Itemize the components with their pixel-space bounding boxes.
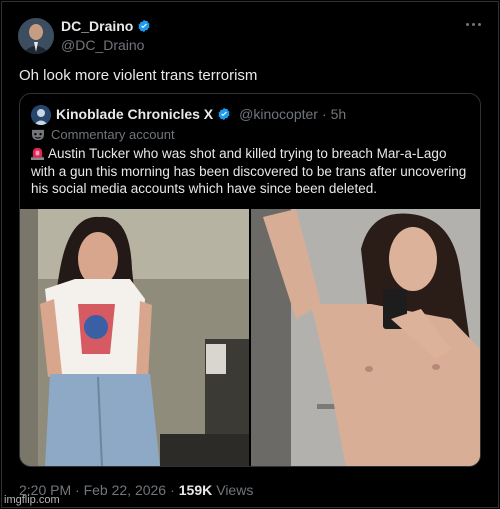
quoted-handle[interactable]: @kinocopter bbox=[239, 106, 318, 122]
commentary-label: Commentary account bbox=[51, 127, 175, 142]
quoted-tweet[interactable]: Kinoblade Chronicles X @kinocopter · 5h … bbox=[19, 93, 481, 467]
photo-left[interactable] bbox=[20, 209, 249, 466]
quoted-author-avatar[interactable] bbox=[31, 105, 51, 125]
photo-right[interactable] bbox=[251, 209, 480, 466]
media-grid bbox=[20, 209, 480, 466]
tweet-card: DC_Draino @DC_Draino Oh look more violen… bbox=[1, 1, 499, 508]
verified-badge-icon bbox=[138, 19, 150, 33]
quoted-author-row: Kinoblade Chronicles X @kinocopter · 5h bbox=[56, 106, 346, 122]
separator-dot: · bbox=[321, 106, 327, 122]
author-handle[interactable]: @DC_Draino bbox=[61, 37, 144, 53]
tweet-text: Oh look more violent trans terrorism bbox=[19, 67, 258, 84]
imgflip-watermark: imgflip.com bbox=[4, 494, 60, 506]
commentary-label-row: Commentary account bbox=[31, 127, 175, 142]
quoted-tweet-text: Austin Tucker who was shot and killed tr… bbox=[31, 146, 467, 196]
separator-dot: · bbox=[170, 482, 175, 498]
author-display-name[interactable]: DC_Draino bbox=[61, 18, 133, 34]
quoted-tweet-body: Austin Tucker who was shot and killed tr… bbox=[31, 145, 471, 198]
verified-badge-icon bbox=[218, 107, 230, 121]
siren-emoji-icon bbox=[31, 147, 44, 160]
quoted-time[interactable]: 5h bbox=[331, 106, 347, 122]
views-count: 159K bbox=[178, 482, 213, 498]
author-name-row: DC_Draino bbox=[61, 18, 151, 34]
commentary-mask-icon bbox=[32, 129, 44, 140]
author-avatar[interactable] bbox=[18, 18, 54, 54]
more-options-icon[interactable] bbox=[466, 20, 484, 28]
views-label: Views bbox=[216, 482, 254, 498]
quoted-display-name[interactable]: Kinoblade Chronicles X bbox=[56, 106, 213, 122]
